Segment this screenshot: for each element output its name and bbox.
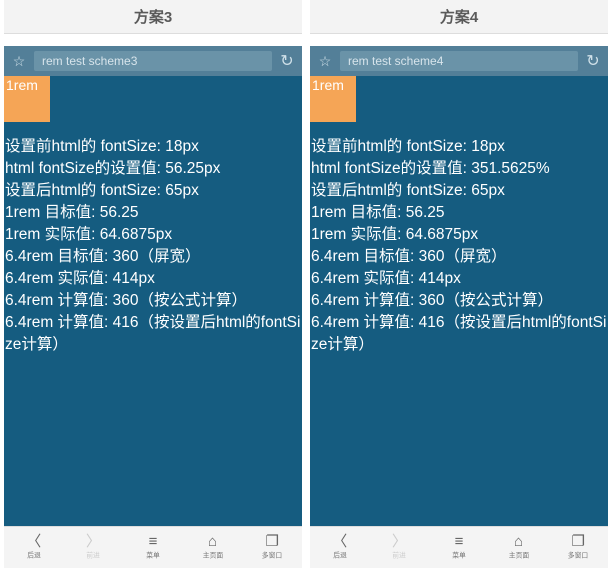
- windows-icon: ❐: [571, 534, 584, 549]
- line: 6.4rem 计算值: 416（按设置后html的fontSize计算）: [311, 312, 607, 356]
- phone-view: ☆ rem test scheme3 ↻ 1rem 设置前html的 fontS…: [4, 46, 302, 568]
- column-header: 方案3: [4, 0, 302, 34]
- line: 6.4rem 实际值: 414px: [5, 268, 301, 290]
- line: html fontSize的设置值: 351.5625%: [311, 158, 607, 180]
- menu-icon: ≡: [149, 534, 158, 549]
- chevron-right-icon: 〉: [86, 534, 101, 549]
- nav-windows[interactable]: ❐ 多窗口: [242, 527, 302, 568]
- line: html fontSize的设置值: 56.25px: [5, 158, 301, 180]
- nav-label: 主页面: [508, 551, 528, 560]
- nav-label: 后退: [333, 551, 347, 560]
- line: 1rem 实际值: 64.6875px: [311, 224, 607, 246]
- nav-menu[interactable]: ≡ 菜单: [429, 527, 489, 568]
- nav-label: 前进: [393, 551, 407, 560]
- line: 1rem 目标值: 56.25: [5, 202, 301, 224]
- line: 6.4rem 计算值: 360（按公式计算）: [311, 290, 607, 312]
- spacer: [310, 34, 608, 46]
- line: 6.4rem 计算值: 360（按公式计算）: [5, 290, 301, 312]
- nav-label: 菜单: [146, 551, 160, 560]
- bottom-nav: 〈 后退 〉 前进 ≡ 菜单 ⌂ 主页面 ❐ 多窗口: [4, 526, 302, 568]
- content-text: 设置前html的 fontSize: 18px html fontSize的设置…: [4, 136, 302, 356]
- nav-menu[interactable]: ≡ 菜单: [123, 527, 183, 568]
- scheme4-column: 方案4 ☆ rem test scheme4 ↻ 1rem 设置前html的 f…: [310, 0, 608, 568]
- column-header: 方案4: [310, 0, 608, 34]
- url-bar: ☆ rem test scheme4 ↻: [310, 46, 608, 76]
- line: 1rem 目标值: 56.25: [311, 202, 607, 224]
- chevron-right-icon: 〉: [392, 534, 407, 549]
- star-icon[interactable]: ☆: [316, 53, 334, 70]
- chevron-left-icon: 〈: [332, 534, 347, 549]
- line: 6.4rem 目标值: 360（屏宽）: [311, 246, 607, 268]
- line: 6.4rem 目标值: 360（屏宽）: [5, 246, 301, 268]
- home-icon: ⌂: [208, 534, 217, 549]
- menu-icon: ≡: [455, 534, 464, 549]
- nav-label: 前进: [87, 551, 101, 560]
- nav-home[interactable]: ⌂ 主页面: [489, 527, 549, 568]
- nav-windows[interactable]: ❐ 多窗口: [548, 527, 608, 568]
- phone-view: ☆ rem test scheme4 ↻ 1rem 设置前html的 fontS…: [310, 46, 608, 568]
- refresh-icon[interactable]: ↻: [584, 51, 602, 71]
- nav-back[interactable]: 〈 后退: [4, 527, 64, 568]
- nav-forward[interactable]: 〉 前进: [64, 527, 124, 568]
- nav-label: 后退: [27, 551, 41, 560]
- rem-box: 1rem: [4, 76, 50, 122]
- line: 设置后html的 fontSize: 65px: [311, 180, 607, 202]
- windows-icon: ❐: [265, 534, 278, 549]
- url-bar: ☆ rem test scheme3 ↻: [4, 46, 302, 76]
- bottom-nav: 〈 后退 〉 前进 ≡ 菜单 ⌂ 主页面 ❐ 多窗口: [310, 526, 608, 568]
- scheme3-column: 方案3 ☆ rem test scheme3 ↻ 1rem 设置前html的 f…: [4, 0, 302, 568]
- refresh-icon[interactable]: ↻: [278, 51, 296, 71]
- nav-label: 多窗口: [568, 551, 588, 560]
- home-icon: ⌂: [514, 534, 523, 549]
- line: 设置前html的 fontSize: 18px: [5, 136, 301, 158]
- star-icon[interactable]: ☆: [10, 53, 28, 70]
- line: 6.4rem 计算值: 416（按设置后html的fontSize计算）: [5, 312, 301, 356]
- rem-box: 1rem: [310, 76, 356, 122]
- nav-forward[interactable]: 〉 前进: [370, 527, 430, 568]
- spacer: [4, 34, 302, 46]
- chevron-left-icon: 〈: [26, 534, 41, 549]
- nav-label: 菜单: [452, 551, 466, 560]
- nav-label: 主页面: [202, 551, 222, 560]
- line: 设置后html的 fontSize: 65px: [5, 180, 301, 202]
- nav-label: 多窗口: [262, 551, 282, 560]
- nav-back[interactable]: 〈 后退: [310, 527, 370, 568]
- line: 1rem 实际值: 64.6875px: [5, 224, 301, 246]
- url-input[interactable]: rem test scheme4: [340, 51, 578, 71]
- line: 6.4rem 实际值: 414px: [311, 268, 607, 290]
- content-text: 设置前html的 fontSize: 18px html fontSize的设置…: [310, 136, 608, 356]
- nav-home[interactable]: ⌂ 主页面: [183, 527, 243, 568]
- url-input[interactable]: rem test scheme3: [34, 51, 272, 71]
- line: 设置前html的 fontSize: 18px: [311, 136, 607, 158]
